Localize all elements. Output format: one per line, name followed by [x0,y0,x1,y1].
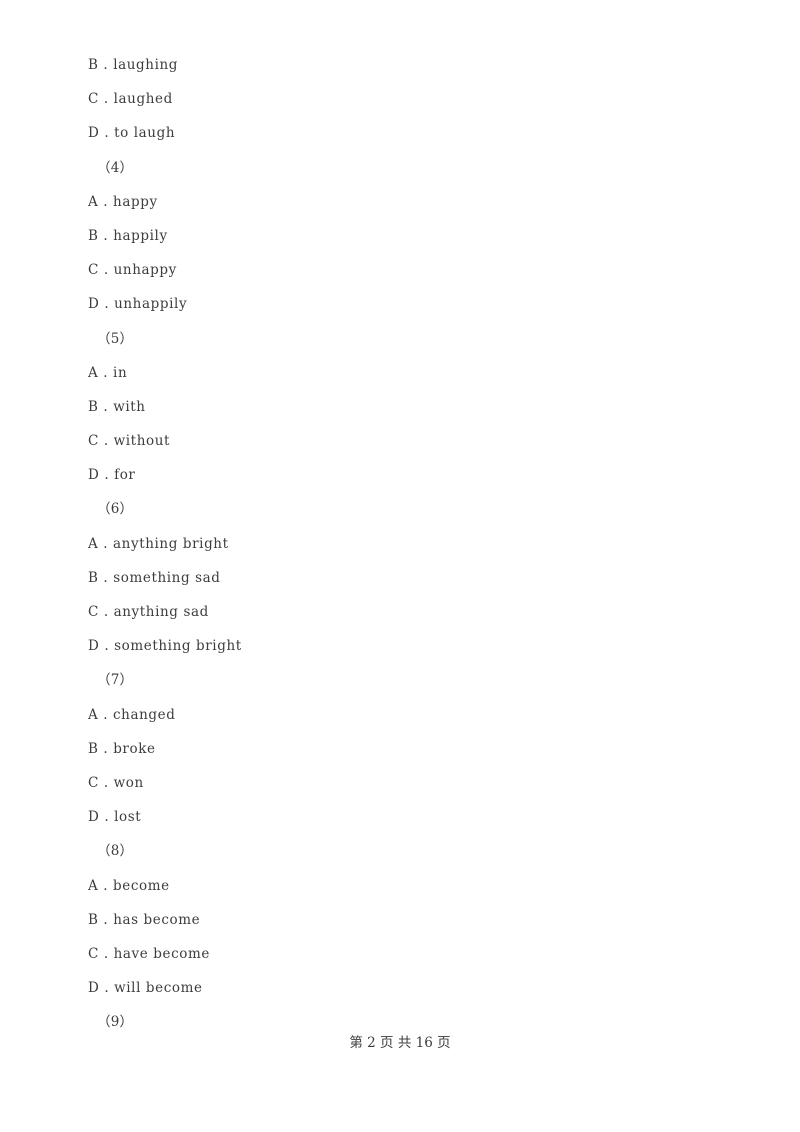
answer-option: C . unhappy [88,262,177,279]
answer-option: B . broke [88,740,156,757]
question-number: （5） [97,330,134,347]
question-number: （8） [97,843,134,860]
answer-option: A . changed [88,706,176,723]
answer-option: B . with [88,398,146,415]
question-number: （6） [97,501,134,518]
answer-option: D . something bright [88,638,242,655]
answer-option: D . for [88,467,136,484]
answer-option: D . lost [88,809,142,826]
answer-option: C . anything sad [88,604,209,620]
document-page: B . laughing C . laughed D . to laugh （4） A … [0,0,800,1132]
answer-option: C . won [88,774,144,791]
answer-option: B . laughing [88,57,179,73]
answer-option: A . become [88,877,170,894]
answer-option: C . have become [88,945,210,962]
answer-option: A . in [88,364,128,381]
answer-option: B . has become [88,911,201,928]
answer-option: D . unhappily [88,296,188,313]
answer-option: C . laughed [88,91,173,108]
question-number: （4） [97,159,134,176]
answer-option: C . without [88,433,171,450]
answer-option: B . something sad [88,569,221,586]
question-number: （7） [97,672,134,689]
answer-option: B . happily [88,227,168,244]
answer-option: D . will become [88,980,203,997]
answer-option: A . happy [88,193,158,210]
page-footer: 第 2 页 共 16 页 [349,1035,451,1051]
answer-option: D . to laugh [88,125,176,142]
question-options-list: B . laughing C . laughed D . to laugh （4） A … [88,48,728,1039]
answer-option: A . anything bright [88,535,229,552]
